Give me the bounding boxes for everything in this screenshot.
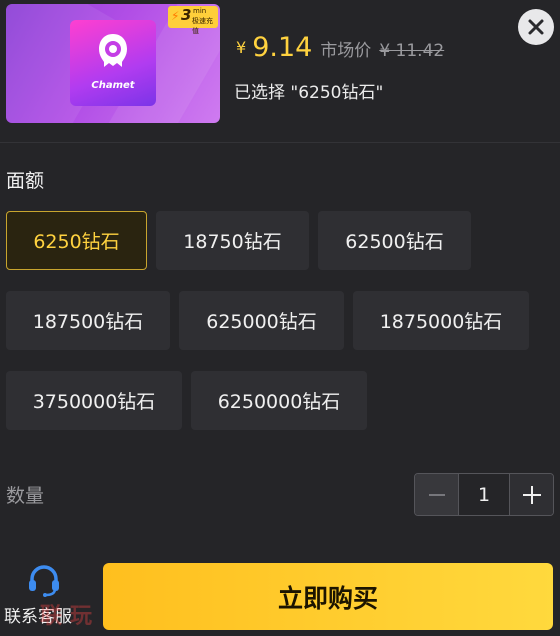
option-62500-diamonds[interactable]: 62500钻石 [318,211,471,270]
decrease-button[interactable] [415,474,458,515]
quantity-stepper: 1 [414,473,554,516]
plus-icon [522,485,541,504]
app-logo: Chamet [70,20,156,106]
option-6250-diamonds[interactable]: 6250钻石 [6,211,147,270]
close-icon [528,19,544,35]
market-price-label: 市场价 [320,41,372,61]
quantity-label: 数量 [6,485,45,507]
option-6250000-diamonds[interactable]: 6250000钻石 [191,371,367,430]
badge-number: 3 [181,6,192,24]
headset-icon [29,565,59,597]
close-button[interactable] [518,9,554,45]
product-thumbnail: Chamet ⚡ 3 min 极速充值 [6,4,220,123]
buy-now-button[interactable]: 立即购买 [103,563,553,630]
market-price: ¥ 11.42 [379,41,445,61]
option-625000-diamonds[interactable]: 625000钻石 [179,291,344,350]
divider [0,142,560,143]
quantity-value[interactable]: 1 [458,474,510,515]
customer-service-button[interactable]: 联系客服 [4,562,86,632]
denomination-title: 面额 [6,170,45,192]
customer-service-label: 联系客服 [4,607,72,627]
chamet-ghost-icon [99,34,127,67]
price-row: ¥9.14 市场价 ¥ 11.42 [236,32,444,68]
app-name: Chamet [91,80,135,91]
option-1875000-diamonds[interactable]: 1875000钻石 [353,291,529,350]
option-187500-diamonds[interactable]: 187500钻石 [6,291,170,350]
option-3750000-diamonds[interactable]: 3750000钻石 [6,371,182,430]
selected-option-text: 已选择 "6250钻石" [234,83,384,103]
speed-badge: ⚡ 3 min 极速充值 [168,6,218,35]
currency-symbol: ¥ [236,38,247,57]
badge-unit: min [193,7,207,15]
increase-button[interactable] [510,474,553,515]
current-price: 9.14 [252,32,313,63]
badge-text: 极速充值 [192,17,213,35]
lightning-icon: ⚡ [171,9,180,23]
minus-icon [428,493,445,496]
option-18750-diamonds[interactable]: 18750钻石 [156,211,309,270]
